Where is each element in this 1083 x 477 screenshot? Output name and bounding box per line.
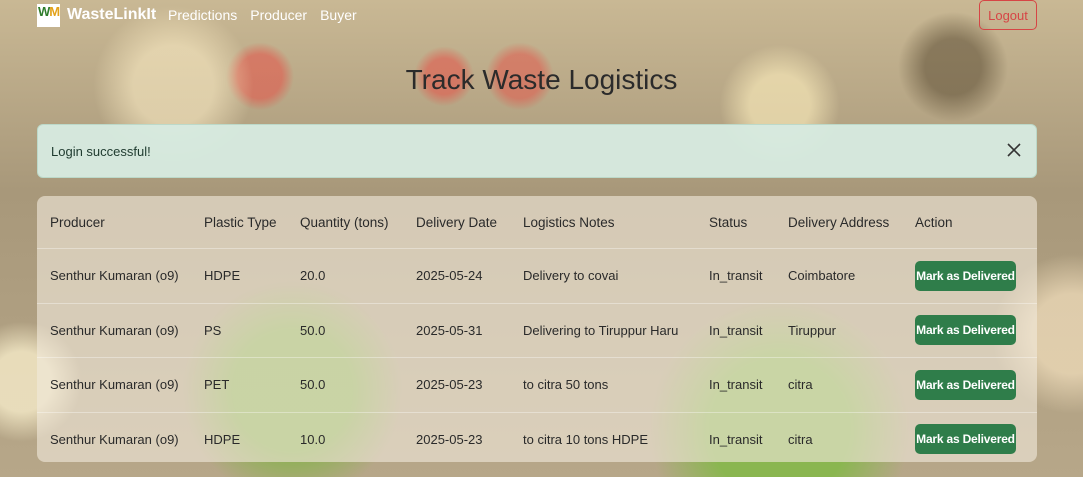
cell-action: Mark as Delivered — [902, 302, 1037, 358]
navbar: WM WasteLinkIt Predictions Producer Buye… — [0, 0, 1083, 32]
table-row: Senthur Kumaran (o9) PET 50.0 2025-05-23… — [37, 357, 1037, 412]
table-row: Senthur Kumaran (o9) HDPE 20.0 2025-05-2… — [37, 248, 1037, 303]
cell-delivery-date: 2025-05-23 — [403, 411, 510, 462]
logout-button[interactable]: Logout — [979, 0, 1037, 30]
cell-delivery-date: 2025-05-24 — [403, 248, 510, 303]
cell-logistics-notes: Delivering to Tiruppur Haru — [510, 302, 696, 358]
cell-producer: Senthur Kumaran (o9) — [37, 357, 191, 412]
cell-action: Mark as Delivered — [902, 248, 1037, 303]
cell-quantity: 50.0 — [287, 357, 403, 412]
cell-status: In_transit — [696, 357, 775, 412]
success-alert: Login successful! — [37, 124, 1037, 178]
column-header-delivery-date: Delivery Date — [416, 214, 498, 230]
cell-delivery-address: citra — [775, 357, 902, 412]
cell-producer: Senthur Kumaran (o9) — [37, 248, 191, 303]
table-row: Senthur Kumaran (o9) PS 50.0 2025-05-31 … — [37, 302, 1037, 358]
cell-delivery-address: citra — [775, 411, 902, 462]
cell-status: In_transit — [696, 248, 775, 303]
cell-action: Mark as Delivered — [902, 411, 1037, 462]
cell-delivery-date: 2025-05-31 — [403, 302, 510, 358]
cell-logistics-notes: to citra 10 tons HDPE — [510, 411, 696, 462]
cell-delivery-address: Tiruppur — [775, 302, 902, 358]
column-header-plastic-type: Plastic Type — [204, 214, 277, 230]
nav-link-buyer[interactable]: Buyer — [320, 7, 357, 23]
mark-as-delivered-button[interactable]: Mark as Delivered — [915, 369, 1016, 400]
cell-status: In_transit — [696, 302, 775, 358]
close-icon[interactable] — [1003, 139, 1025, 161]
cell-logistics-notes: Delivery to covai — [510, 248, 696, 303]
brand-name[interactable]: WasteLinkIt — [67, 6, 156, 24]
mark-as-delivered-button[interactable]: Mark as Delivered — [915, 260, 1016, 291]
cell-producer: Senthur Kumaran (o9) — [37, 411, 191, 462]
alert-message: Login successful! — [51, 144, 151, 159]
cell-delivery-address: Coimbatore — [775, 248, 902, 303]
column-header-delivery-address: Delivery Address — [788, 214, 890, 230]
table-row: Senthur Kumaran (o9) HDPE 10.0 2025-05-2… — [37, 411, 1037, 462]
cell-plastic-type: HDPE — [191, 411, 287, 462]
cell-delivery-date: 2025-05-23 — [403, 357, 510, 412]
logistics-table: Producer Plastic Type Quantity (tons) De… — [37, 196, 1037, 462]
column-header-quantity: Quantity (tons) — [300, 214, 389, 230]
nav-link-producer[interactable]: Producer — [250, 7, 307, 23]
cell-quantity: 10.0 — [287, 411, 403, 462]
column-header-status: Status — [709, 214, 748, 230]
nav-link-predictions[interactable]: Predictions — [168, 7, 237, 23]
cell-quantity: 50.0 — [287, 302, 403, 358]
mark-as-delivered-button[interactable]: Mark as Delivered — [915, 424, 1016, 455]
column-header-producer: Producer — [50, 214, 105, 230]
brand-logo[interactable]: WM — [37, 4, 60, 27]
cell-producer: Senthur Kumaran (o9) — [37, 302, 191, 358]
cell-action: Mark as Delivered — [902, 357, 1037, 412]
cell-logistics-notes: to citra 50 tons — [510, 357, 696, 412]
page-title: Track Waste Logistics — [405, 64, 678, 95]
cell-plastic-type: HDPE — [191, 248, 287, 303]
nav-links: Predictions Producer Buyer — [168, 7, 357, 23]
cell-plastic-type: PS — [191, 302, 287, 358]
cell-plastic-type: PET — [191, 357, 287, 412]
logistics-table-card: Producer Plastic Type Quantity (tons) De… — [37, 196, 1037, 462]
cell-status: In_transit — [696, 411, 775, 462]
table-header-row: Producer Plastic Type Quantity (tons) De… — [37, 196, 1037, 249]
column-header-logistics-notes: Logistics Notes — [523, 214, 615, 230]
mark-as-delivered-button[interactable]: Mark as Delivered — [915, 315, 1016, 346]
cell-quantity: 20.0 — [287, 248, 403, 303]
column-header-action: Action — [915, 214, 953, 230]
